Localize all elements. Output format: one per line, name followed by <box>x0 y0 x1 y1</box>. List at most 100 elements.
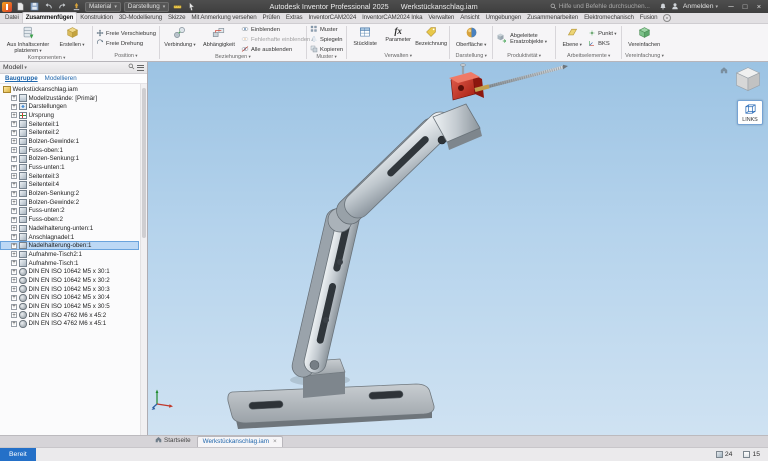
expander-icon[interactable] <box>11 260 17 266</box>
tree-item[interactable]: Aufnahme-Tisch:1 <box>0 259 139 268</box>
ribbon-tab[interactable]: Fusion <box>637 13 661 23</box>
undo-icon[interactable] <box>43 1 54 12</box>
pattern-button[interactable]: Muster <box>310 25 343 34</box>
tree-item[interactable]: Aufnahme-Tisch2:1 <box>0 250 139 259</box>
tree-item[interactable]: Bolzen-Gewinde:1 <box>0 137 139 146</box>
tree-item[interactable]: Fuss-unten:1 <box>0 163 139 172</box>
expander-icon[interactable] <box>11 304 17 310</box>
tree-item[interactable]: Werkstückanschlag.iam <box>0 85 139 94</box>
expander-icon[interactable] <box>11 199 17 205</box>
ribbon-tab[interactable]: Prüfen <box>260 13 283 23</box>
new-file-icon[interactable] <box>15 1 26 12</box>
document-tab[interactable]: Werkstückanschlag.iam <box>197 436 283 447</box>
group-label-beziehungen[interactable]: Beziehungen <box>163 54 303 61</box>
constrain-button[interactable]: Abhängigkeit <box>200 25 238 54</box>
tree-item[interactable]: Fuss-oben:1 <box>0 146 139 155</box>
ribbon-tab[interactable]: Datei <box>2 13 22 23</box>
ribbon-tab[interactable]: InventorCAM2024 Inka <box>359 13 425 23</box>
minimize-button[interactable]: ─ <box>724 0 738 13</box>
group-label-position[interactable]: Position <box>96 53 156 61</box>
update-icon[interactable] <box>71 1 82 12</box>
ribbon-tab[interactable]: InventorCAM2024 <box>305 13 359 23</box>
group-label-muster[interactable]: Muster <box>310 54 343 61</box>
show-sick-button[interactable]: Fehlerhafte einblenden <box>241 35 303 44</box>
browser-scrollbar[interactable] <box>140 84 147 435</box>
ribbon-tab[interactable]: Extras <box>283 13 306 23</box>
collaboration-circle-icon[interactable] <box>663 14 671 22</box>
simplify-button[interactable]: Vereinfachen <box>625 25 663 53</box>
expander-icon[interactable] <box>11 138 17 144</box>
tree-item[interactable]: Bolzen-Gewinde:2 <box>0 198 139 207</box>
browser-title-dropdown[interactable]: Modell <box>3 64 27 71</box>
expander-icon[interactable] <box>11 121 17 127</box>
3d-model[interactable] <box>148 62 768 435</box>
tab-close-icon[interactable] <box>273 438 277 445</box>
expander-icon[interactable] <box>11 321 17 327</box>
expander-icon[interactable] <box>11 95 17 101</box>
expander-icon[interactable] <box>11 173 17 179</box>
tree-item[interactable]: DIN EN ISO 10642 M5 x 30:5 <box>0 302 139 311</box>
tree-item[interactable]: Fuss-oben:2 <box>0 215 139 224</box>
bom-button[interactable]: Stückliste <box>350 25 380 53</box>
notifications-bell-icon[interactable] <box>659 2 667 12</box>
expander-icon[interactable] <box>11 112 17 118</box>
tree-item[interactable]: Fuss-unten:2 <box>0 207 139 216</box>
mirror-button[interactable]: Spiegeln <box>310 35 343 44</box>
expander-icon[interactable] <box>11 225 17 231</box>
ribbon-tab[interactable]: Zusammenfügen <box>22 12 78 23</box>
expander-icon[interactable] <box>11 312 17 318</box>
hide-all-button[interactable]: Alle ausblenden <box>241 45 303 54</box>
expander-icon[interactable] <box>11 286 17 292</box>
ribbon-tab[interactable]: Konstruktion <box>77 13 116 23</box>
group-label-arbeitselemente[interactable]: Arbeitselemente <box>559 53 618 61</box>
tree-item[interactable]: Seitenteil:3 <box>0 172 139 181</box>
show-relationships-button[interactable]: Einblenden <box>241 25 303 34</box>
tree-item[interactable]: Anschlagnadel:1 <box>0 233 139 242</box>
close-button[interactable]: × <box>752 0 766 13</box>
tree-item[interactable]: Bolzen-Senkung:1 <box>0 155 139 164</box>
group-label-darstellung[interactable]: Darstellung <box>453 53 489 61</box>
save-icon[interactable] <box>29 1 40 12</box>
tree-item[interactable]: DIN EN ISO 10642 M5 x 30:2 <box>0 276 139 285</box>
copy-button[interactable]: Kopieren <box>310 45 343 54</box>
tree-item[interactable]: Modellzustände: [Primär] <box>0 94 139 103</box>
inventor-logo[interactable] <box>2 2 12 12</box>
free-move-button[interactable]: Freie Verschiebung <box>96 30 156 39</box>
mark-button[interactable]: Bezeichnung <box>416 25 446 53</box>
ribbon-tab[interactable]: Mit Anmerkung versehen <box>188 13 259 23</box>
tree-item[interactable]: Bolzen-Senkung:2 <box>0 189 139 198</box>
work-point-button[interactable]: Punkt <box>588 30 618 39</box>
group-label-vereinfachung[interactable]: Vereinfachung <box>625 53 664 61</box>
tree-item[interactable]: DIN EN ISO 4762 M6 x 45:2 <box>0 311 139 320</box>
tree-item[interactable]: Seitenteil:1 <box>0 120 139 129</box>
tree-item[interactable]: DIN EN ISO 10642 M5 x 30:1 <box>0 267 139 276</box>
viewcube-home-icon[interactable] <box>720 66 728 74</box>
document-tab[interactable]: Startseite <box>150 435 196 447</box>
ribbon-tab[interactable]: Ansicht <box>457 13 482 23</box>
expander-icon[interactable] <box>11 191 17 197</box>
tree-item[interactable]: DIN EN ISO 4762 M6 x 45:1 <box>0 320 139 329</box>
ucs-button[interactable]: BKS <box>588 40 618 49</box>
appearance-button[interactable]: Oberfläche <box>453 25 489 53</box>
browser-search-icon[interactable] <box>128 63 135 72</box>
measure-icon[interactable] <box>172 1 183 12</box>
ribbon-tab[interactable]: Skizze <box>165 13 188 23</box>
ribbon-tab[interactable]: 3D-Modellierung <box>116 13 165 23</box>
group-label-verwalten[interactable]: Verwalten <box>350 53 446 61</box>
expander-icon[interactable] <box>11 295 17 301</box>
expander-icon[interactable] <box>11 104 17 110</box>
joint-button[interactable]: Verbindung <box>163 25 197 54</box>
free-rotate-button[interactable]: Freie Drehung <box>96 40 156 49</box>
parameters-button[interactable]: Parameter <box>383 25 413 53</box>
expander-icon[interactable] <box>11 182 17 188</box>
material-dropdown[interactable]: Material <box>85 2 121 12</box>
place-from-content-center-button[interactable]: Aus Inhaltscenter platzieren <box>4 25 52 55</box>
tree-item[interactable]: DIN EN ISO 10642 M5 x 30:3 <box>0 285 139 294</box>
maximize-button[interactable]: □ <box>738 0 752 13</box>
tree-item[interactable]: Nadelhalterung-oben:1 <box>0 241 139 250</box>
help-search-input[interactable] <box>559 3 655 10</box>
expander-icon[interactable] <box>11 217 17 223</box>
expander-icon[interactable] <box>11 234 17 240</box>
create-component-button[interactable]: Erstellen <box>55 25 89 55</box>
expander-icon[interactable] <box>11 130 17 136</box>
